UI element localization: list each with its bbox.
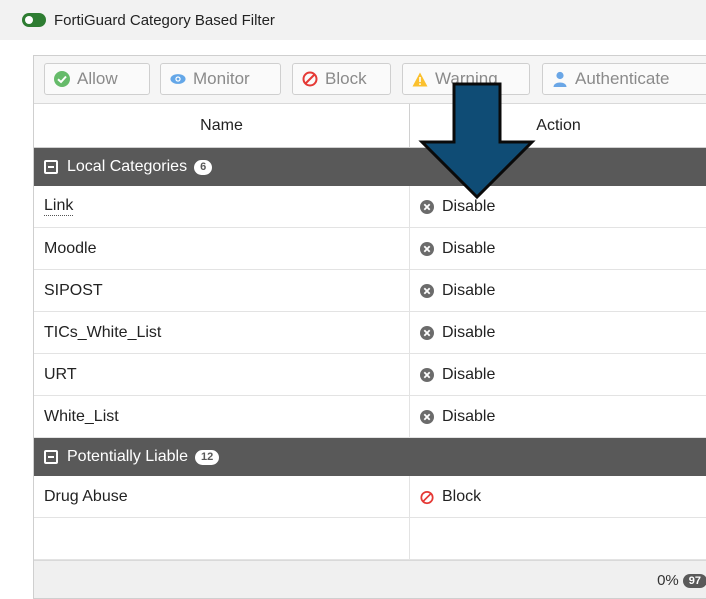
table-row[interactable]: URT Disable xyxy=(34,354,706,396)
down-arrow-icon xyxy=(418,82,536,200)
enable-toggle[interactable] xyxy=(22,13,46,27)
disable-icon xyxy=(420,325,434,340)
collapse-icon[interactable] xyxy=(44,160,58,174)
category-name: White_List xyxy=(34,396,410,437)
monitor-button[interactable]: Monitor xyxy=(160,63,281,95)
category-action[interactable]: Block xyxy=(410,476,706,517)
category-name: Drug Abuse xyxy=(34,476,410,517)
category-name: URT xyxy=(34,354,410,395)
allow-button[interactable]: Allow xyxy=(44,63,150,95)
table-row[interactable]: Link Disable xyxy=(34,186,706,228)
monitor-label: Monitor xyxy=(193,69,250,88)
category-name: TICs_White_List xyxy=(34,312,410,353)
category-action[interactable] xyxy=(410,518,706,559)
disable-icon xyxy=(420,283,434,298)
block-icon xyxy=(420,490,434,504)
action-label: Disable xyxy=(442,281,496,299)
section-title: FortiGuard Category Based Filter xyxy=(54,11,275,29)
total-count-badge: 97 xyxy=(682,573,706,588)
category-action[interactable]: Disable xyxy=(410,270,706,311)
user-icon xyxy=(552,71,568,87)
column-header-name[interactable]: Name xyxy=(34,104,410,147)
category-name: Moodle xyxy=(34,228,410,269)
table-header: Name Action xyxy=(34,104,706,148)
group-label: Local Categories xyxy=(67,158,188,175)
table-row[interactable]: SIPOST Disable xyxy=(34,270,706,312)
category-action[interactable]: Disable xyxy=(410,228,706,269)
authenticate-label: Authenticate xyxy=(575,69,670,88)
table-row[interactable]: Drug Abuse Block xyxy=(34,476,706,518)
table-footer: 0% 97 xyxy=(34,560,706,598)
group-header-potentially-liable[interactable]: Potentially Liable 12 xyxy=(34,438,706,476)
category-name-text: Link xyxy=(44,197,74,216)
table-row[interactable]: TICs_White_List Disable xyxy=(34,312,706,354)
action-toolbar: Allow Monitor Block Warning Authenticate xyxy=(34,56,706,104)
block-label: Block xyxy=(325,69,367,88)
section-header: FortiGuard Category Based Filter xyxy=(0,0,706,40)
category-filter-panel: Allow Monitor Block Warning Authenticate xyxy=(33,55,706,599)
group-label: Potentially Liable xyxy=(67,448,188,465)
table-row-partial[interactable] xyxy=(34,518,706,560)
disable-icon xyxy=(420,367,434,382)
action-label: Disable xyxy=(442,239,496,257)
group-count-badge: 12 xyxy=(194,449,220,465)
category-action[interactable]: Disable xyxy=(410,354,706,395)
category-action[interactable]: Disable xyxy=(410,396,706,437)
eye-icon xyxy=(170,71,186,87)
authenticate-button[interactable]: Authenticate xyxy=(542,63,706,95)
collapse-icon[interactable] xyxy=(44,450,58,464)
table-row[interactable]: White_List Disable xyxy=(34,396,706,438)
category-name xyxy=(34,518,410,559)
category-name: SIPOST xyxy=(34,270,410,311)
category-name: Link xyxy=(34,186,410,227)
action-label: Block xyxy=(442,487,482,505)
action-label: Disable xyxy=(442,407,496,425)
action-label: Disable xyxy=(442,197,496,215)
disable-icon xyxy=(420,199,434,214)
check-circle-icon xyxy=(54,71,70,87)
action-label: Disable xyxy=(442,323,496,341)
action-label: Disable xyxy=(442,365,496,383)
group-count-badge: 6 xyxy=(194,159,213,175)
category-action[interactable]: Disable xyxy=(410,312,706,353)
group-header-local-categories[interactable]: Local Categories 6 xyxy=(34,148,706,186)
block-button[interactable]: Block xyxy=(292,63,391,95)
disable-icon xyxy=(420,241,434,256)
disable-icon xyxy=(420,409,434,424)
block-icon xyxy=(302,71,318,87)
allow-label: Allow xyxy=(77,69,118,88)
table-row[interactable]: Moodle Disable xyxy=(34,228,706,270)
progress-percent: 0% xyxy=(657,572,679,589)
